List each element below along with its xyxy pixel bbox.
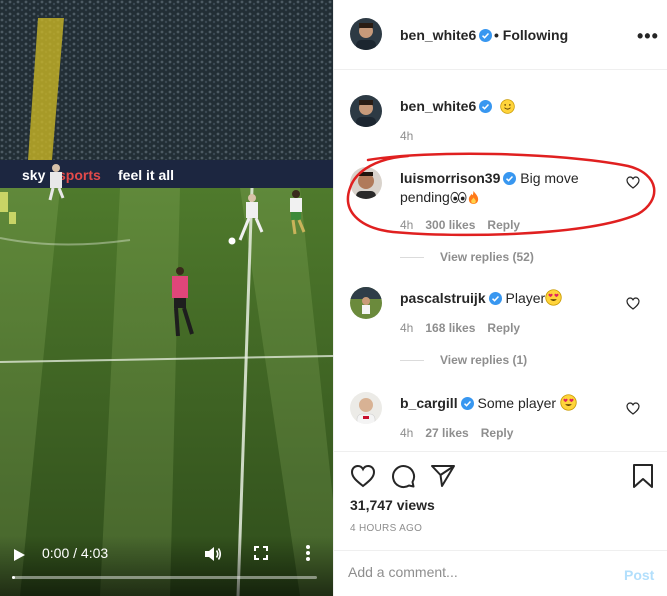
follow-status[interactable]: • Following [494,27,568,43]
comment-icon[interactable] [390,463,416,489]
verified-icon [479,29,493,42]
like-comment-heart-icon[interactable] [626,402,640,415]
avatar[interactable] [350,392,382,424]
comment-text: b_cargill Some player [400,394,630,413]
video-player[interactable]: sky sports feel it all 0:00 / 4:03 [0,0,333,596]
post-header: ben_white6 • Following ••• [334,0,667,70]
add-comment-bar: Post [334,550,667,596]
annotation-circle [346,152,656,237]
comment-likes[interactable]: 168 likes [425,321,475,335]
comment-body: Some player [477,395,557,411]
comment-username[interactable]: pascalstruijk [400,290,486,306]
comment-time[interactable]: 4h [400,321,413,335]
smile-emoji-icon [500,99,515,114]
post-side-panel: ben_white6 • Following ••• ben_white6 4h… [333,0,667,596]
play-icon[interactable] [12,548,26,562]
comment-text: pascalstruijk Player [400,289,630,308]
banner-sports: sports [58,167,101,183]
comment-time[interactable]: 4h [400,426,413,440]
caption-meta: 4h [400,129,425,143]
more-vertical-icon[interactable] [303,544,313,562]
comment-item: pascalstruijk Player 4h 168 likes Reply Vi… [334,287,667,377]
reply-button[interactable]: Reply [487,321,520,335]
verified-icon [488,292,502,305]
verified-icon [460,397,474,410]
avatar[interactable] [350,95,382,127]
post-actions: 31,747 views 4 HOURS AGO [334,451,667,547]
header-separator: • [494,27,499,43]
post-button[interactable]: Post [624,567,654,583]
reply-button[interactable]: Reply [481,426,514,440]
replies-divider [400,257,424,259]
header-username-row: ben_white6 [400,27,493,43]
banner-slogan: feel it all [118,167,174,183]
verified-icon [479,100,493,113]
post-caption: ben_white6 4h [334,95,667,155]
comment-meta: 4h 27 likes Reply [400,426,525,440]
fullscreen-icon[interactable] [254,546,268,560]
header-username[interactable]: ben_white6 [400,27,476,43]
view-replies-label: View replies (1) [440,353,528,367]
caption-text: ben_white6 [400,97,630,116]
view-replies-button[interactable]: View replies (52) [400,250,534,264]
heart-eyes-emoji-icon [560,394,577,411]
view-count[interactable]: 31,747 views [350,497,435,513]
avatar[interactable] [350,287,382,319]
video-progress [12,576,16,579]
avatar[interactable] [350,18,382,50]
video-frame: sky sports feel it all [0,0,333,596]
video-time: 0:00 / 4:03 [42,545,109,561]
save-bookmark-icon[interactable] [630,463,656,489]
banner-sky: sky [22,167,46,183]
view-replies-label: View replies (52) [440,250,534,264]
like-comment-heart-icon[interactable] [626,297,640,310]
like-heart-icon[interactable] [350,463,376,489]
more-options-icon[interactable]: ••• [637,26,659,47]
comment-item: b_cargill Some player 4h 27 likes Reply [334,392,667,448]
comment-meta: 4h 168 likes Reply [400,321,532,335]
volume-icon[interactable] [204,546,222,562]
following-button[interactable]: Following [503,27,568,43]
caption-username[interactable]: ben_white6 [400,98,476,114]
instagram-post: sky sports feel it all 0:00 / 4:03 ben_w… [0,0,667,596]
comment-body: Player [505,290,546,306]
replies-divider [400,360,424,362]
comment-username[interactable]: b_cargill [400,395,458,411]
heart-eyes-emoji-icon [545,289,562,306]
video-scrubber[interactable] [12,576,317,579]
view-replies-button[interactable]: View replies (1) [400,353,527,367]
caption-time[interactable]: 4h [400,129,413,143]
post-timestamp[interactable]: 4 HOURS AGO [350,523,422,534]
add-comment-input[interactable] [348,564,598,580]
share-icon[interactable] [430,463,456,489]
comment-likes[interactable]: 27 likes [425,426,468,440]
